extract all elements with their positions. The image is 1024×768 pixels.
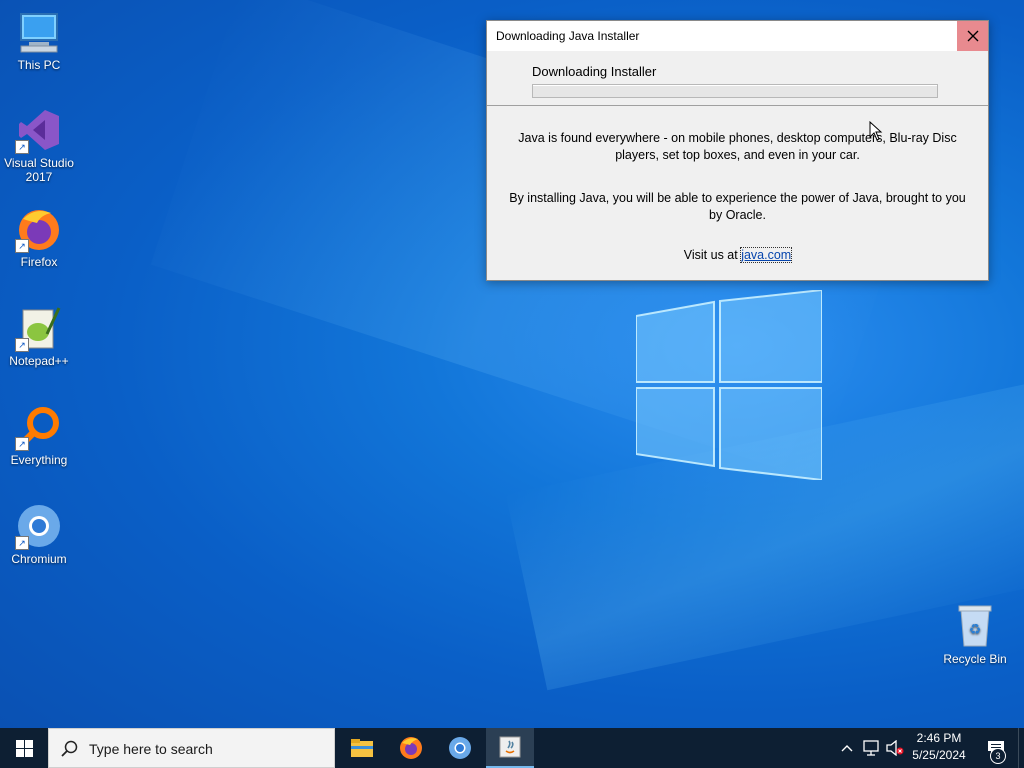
volume-muted-icon	[886, 740, 904, 756]
taskbar-java-installer[interactable]	[486, 728, 534, 768]
firefox-icon	[400, 737, 422, 759]
dialog-header: Downloading Installer	[487, 51, 988, 106]
taskbar-file-explorer[interactable]	[338, 728, 386, 768]
shortcut-arrow-icon: ↗	[15, 437, 29, 451]
dialog-titlebar[interactable]: Downloading Java Installer	[487, 21, 988, 51]
visit-line: Visit us at java.com	[487, 247, 988, 264]
desktop-icon-label: Visual Studio 2017	[4, 156, 74, 184]
everything-icon: ↗	[15, 403, 63, 451]
clock-time: 2:46 PM	[916, 731, 962, 745]
desktop-icon-label: Notepad++	[9, 354, 69, 368]
notepad-plus-plus-icon: ↗	[15, 304, 63, 352]
chevron-up-icon	[841, 745, 853, 752]
chromium-icon	[449, 737, 471, 759]
desktop-icon-visual-studio[interactable]: ↗ Visual Studio 2017	[0, 106, 78, 184]
firefox-icon: ↗	[15, 205, 63, 253]
mouse-cursor-icon	[869, 121, 883, 141]
shortcut-arrow-icon: ↗	[15, 140, 29, 154]
download-status-label: Downloading Installer	[532, 64, 657, 79]
visit-prefix: Visit us at	[683, 248, 742, 262]
network-tray-button[interactable]	[860, 728, 882, 768]
search-icon	[61, 740, 78, 757]
java-installer-dialog: Downloading Java Installer Downloading I…	[486, 20, 989, 281]
description-paragraph-1: Java is found everywhere - on mobile pho…	[518, 131, 957, 162]
dialog-title: Downloading Java Installer	[496, 29, 640, 43]
taskbar-clock[interactable]: 2:46 PM 5/25/2024	[908, 730, 970, 764]
desktop-icon-label: Firefox	[20, 255, 58, 269]
download-progress-bar	[532, 84, 938, 98]
java-com-link[interactable]: java.com	[740, 247, 793, 263]
desktop-icon-firefox[interactable]: ↗ Firefox	[0, 205, 78, 269]
java-installer-icon	[499, 736, 521, 758]
desktop-icon-label: Everything	[10, 453, 68, 467]
shortcut-arrow-icon: ↗	[15, 536, 29, 550]
taskbar-chromium[interactable]	[436, 728, 484, 768]
search-placeholder: Type here to search	[89, 741, 213, 757]
taskbar: Type here to search 2:46 PM 5/25/2024 3	[0, 728, 1024, 768]
shortcut-arrow-icon: ↗	[15, 338, 29, 352]
desktop-icon-recycle-bin[interactable]: ♻ Recycle Bin	[936, 602, 1014, 666]
clock-date: 5/25/2024	[912, 748, 966, 762]
windows-logo-wallpaper	[636, 290, 822, 480]
chromium-icon: ↗	[15, 502, 63, 550]
visual-studio-icon: ↗	[15, 106, 63, 154]
file-explorer-icon	[351, 739, 373, 757]
desktop-icon-chromium[interactable]: ↗ Chromium	[0, 502, 78, 566]
taskbar-firefox[interactable]	[387, 728, 435, 768]
desktop-icon-label: Recycle Bin	[943, 652, 1007, 666]
svg-text:♻: ♻	[969, 621, 982, 637]
notification-count-badge: 3	[990, 748, 1006, 764]
this-pc-icon	[15, 8, 63, 56]
close-icon	[967, 30, 978, 42]
show-hidden-icons-button[interactable]	[838, 728, 856, 768]
windows-start-icon	[15, 739, 33, 757]
description-paragraph-2: By installing Java, you will be able to …	[509, 191, 966, 222]
start-button[interactable]	[0, 728, 48, 768]
recycle-bin-icon: ♻	[951, 602, 999, 650]
desktop-icon-label: This PC	[17, 58, 61, 72]
taskbar-search-box[interactable]: Type here to search	[48, 728, 335, 768]
show-desktop-button[interactable]	[1018, 728, 1024, 768]
desktop-icon-label: Chromium	[11, 552, 67, 566]
desktop-icon-notepad-plus-plus[interactable]: ↗ Notepad++	[0, 304, 78, 368]
volume-tray-button[interactable]	[884, 728, 906, 768]
network-icon	[863, 740, 879, 756]
shortcut-arrow-icon: ↗	[15, 239, 29, 253]
desktop-icon-this-pc[interactable]: This PC	[0, 8, 78, 72]
close-button[interactable]	[957, 21, 988, 51]
desktop-icon-everything[interactable]: ↗ Everything	[0, 403, 78, 467]
